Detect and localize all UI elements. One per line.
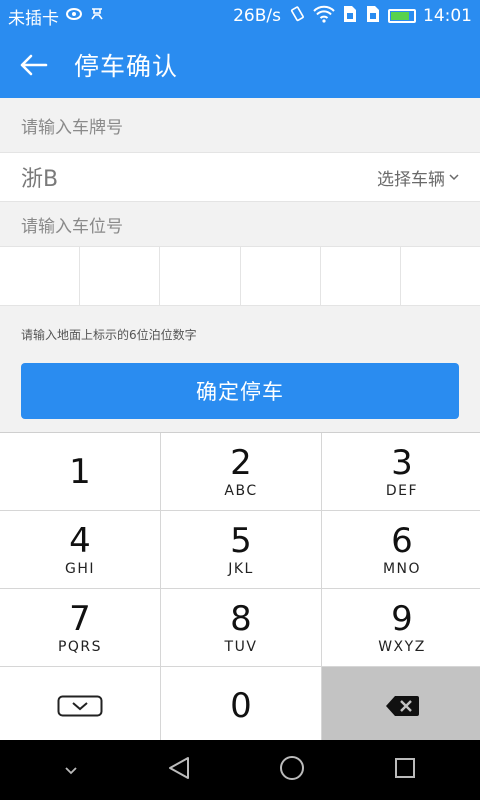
key-letters: GHI [64, 560, 95, 577]
key-number: 3 [391, 442, 413, 483]
slot-digit-cell[interactable] [241, 247, 321, 305]
key-5[interactable]: 5 JKL [161, 511, 321, 588]
nav-home-icon [280, 756, 305, 780]
key-4[interactable]: 4 GHI [0, 511, 160, 588]
key-letters: DEF [385, 482, 419, 499]
backspace-icon [386, 695, 419, 716]
select-vehicle-button[interactable]: 选择车辆 [377, 165, 459, 190]
key-number: 0 [230, 685, 252, 726]
wifi-icon [313, 5, 335, 28]
hide-keyboard-button[interactable] [0, 667, 160, 744]
key-letters: MNO [382, 560, 422, 577]
key-letters: TUV [224, 638, 258, 655]
key-6[interactable]: 6 MNO [322, 511, 480, 588]
vibrate-icon [288, 5, 306, 28]
key-number: 5 [230, 520, 252, 561]
nav-back-icon [168, 757, 189, 779]
battery-level [391, 12, 410, 20]
key-7[interactable]: 7 PQRS [0, 589, 160, 666]
sim1-icon [342, 4, 358, 29]
nav-home-button[interactable] [278, 754, 306, 786]
nav-collapse-button[interactable] [63, 761, 79, 780]
slot-section-label: 请输入车位号 [21, 216, 123, 237]
plate-input-row[interactable]: 浙B 选择车辆 [0, 152, 480, 202]
slot-digit-cell[interactable] [321, 247, 401, 305]
back-button[interactable] [0, 32, 66, 98]
page-title: 停车确认 [74, 52, 179, 81]
sim2-icon [365, 4, 381, 29]
carrier-label: 未插卡 [8, 8, 59, 29]
key-letters: PQRS [57, 638, 103, 655]
net-speed: 26B/s [233, 6, 281, 26]
key-number: 6 [391, 520, 413, 561]
chevron-down-icon [449, 173, 459, 180]
key-3[interactable]: 3 DEF [322, 433, 480, 510]
slot-digit-cell[interactable] [0, 247, 81, 305]
backspace-button[interactable] [322, 667, 480, 744]
slot-input-row [0, 246, 480, 306]
notification-icon [89, 6, 105, 27]
slot-digit-cell[interactable] [401, 247, 480, 305]
key-number: 8 [230, 598, 252, 639]
key-1[interactable]: 1 [0, 433, 160, 510]
key-number: 1 [69, 451, 91, 492]
select-vehicle-label: 选择车辆 [377, 169, 445, 190]
key-2[interactable]: 2 ABC [161, 433, 321, 510]
slot-digit-cell[interactable] [160, 247, 241, 305]
key-letters: WXYZ [378, 638, 426, 655]
battery-icon [388, 9, 416, 23]
title-bar: 停车确认 [0, 32, 480, 98]
key-number: 4 [69, 520, 91, 561]
system-nav-bar [0, 740, 480, 800]
hide-keyboard-icon [57, 695, 103, 716]
plate-section-label: 请输入车牌号 [21, 117, 123, 138]
plate-input[interactable]: 浙B [21, 161, 58, 193]
confirm-parking-button[interactable]: 确定停车 [21, 363, 459, 419]
nav-recents-button[interactable] [393, 756, 417, 784]
nav-back-button[interactable] [166, 755, 192, 785]
key-8[interactable]: 8 TUV [161, 589, 321, 666]
clock: 14:01 [423, 6, 472, 26]
key-letters: JKL [228, 560, 254, 577]
sync-icon [65, 6, 83, 26]
key-0[interactable]: 0 [161, 667, 321, 744]
slot-digit-cell[interactable] [80, 247, 161, 305]
nav-recents-icon [394, 758, 415, 778]
slot-hint: 请输入地面上标示的6位泊位数字 [21, 328, 197, 342]
key-letters: ABC [224, 482, 258, 499]
back-arrow-icon [20, 54, 48, 76]
key-number: 2 [230, 442, 252, 483]
status-bar: 未插卡 26B/s 14:01 [0, 0, 480, 32]
key-9[interactable]: 9 WXYZ [322, 589, 480, 666]
key-number: 9 [391, 598, 413, 639]
nav-collapse-icon [65, 766, 77, 774]
key-number: 7 [69, 598, 91, 639]
numeric-keypad: 1 2 ABC 3 DEF 4 GHI 5 JKL 6 MNO 7 PQRS 8 TUV 9W… [0, 432, 480, 744]
